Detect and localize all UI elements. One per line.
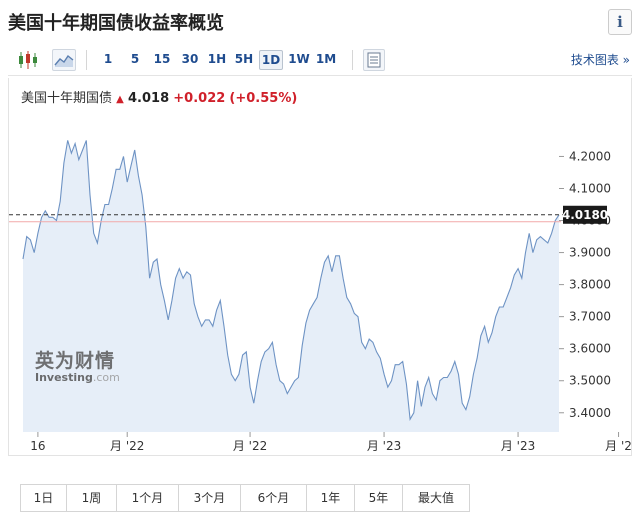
timeframe-5h[interactable]: 5H xyxy=(232,50,256,70)
legend-change: +0.022 xyxy=(173,91,226,106)
page-title: 美国十年期国债收益率概览 xyxy=(8,13,224,34)
up-arrow-icon: ▲ xyxy=(116,94,124,105)
y-tick-label: 3.4000 xyxy=(569,406,611,420)
tech-chart-link[interactable]: 技术图表 » xyxy=(571,51,630,68)
series-area xyxy=(23,140,559,432)
timeframe-30[interactable]: 30 xyxy=(178,50,202,70)
watermark-brand-cn: 英为财情 xyxy=(35,350,116,372)
candlestick-icon[interactable] xyxy=(16,49,40,71)
y-tick-label: 4.1000 xyxy=(569,181,611,195)
y-tick-label: 3.6000 xyxy=(569,342,611,356)
timeframe-5[interactable]: 5 xyxy=(126,50,144,70)
timeframe-1h[interactable]: 1H xyxy=(205,50,229,70)
timeframe-1m[interactable]: 1M xyxy=(314,50,338,70)
chart-toolbar: 1 5 15 30 1H 5H 1D 1W 1M 技术图表 » xyxy=(8,46,632,76)
watermark-logo: 英为财情 Investing.com xyxy=(35,350,120,384)
x-tick-label: 月 '22 xyxy=(110,439,144,453)
chart-panel: 16 月 '22 月 '22 月 '23 月 '23 月 '2 3.4000 3.5000 3… xyxy=(8,78,632,456)
document-icon[interactable] xyxy=(363,49,385,71)
header-bar: 美国十年期国债收益率概览 i xyxy=(0,0,640,44)
toolbar-divider xyxy=(86,50,87,70)
y-tick-label: 3.7000 xyxy=(569,310,611,324)
x-tick-label: 月 '23 xyxy=(367,439,401,453)
y-tick-label: 3.8000 xyxy=(569,278,611,292)
x-tick-label: 16 xyxy=(30,439,45,453)
range-1m[interactable]: 1个月 xyxy=(117,485,179,511)
price-tag-label: 4.0180 xyxy=(562,208,608,222)
x-tick-label: 月 '2 xyxy=(605,439,632,453)
y-tick-label: 4.2000 xyxy=(569,149,611,163)
range-3m[interactable]: 3个月 xyxy=(179,485,241,511)
chart-legend: 美国十年期国债 ▲ 4.018 +0.022 (+0.55%) xyxy=(21,87,297,106)
watermark-brand-suffix: .com xyxy=(92,371,120,384)
range-1y[interactable]: 1年 xyxy=(307,485,355,511)
range-6m[interactable]: 6个月 xyxy=(241,485,307,511)
toolbar-divider xyxy=(352,50,353,70)
legend-price: 4.018 xyxy=(128,91,170,106)
watermark-brand-en: Investing xyxy=(35,371,93,384)
x-tick-label: 月 '22 xyxy=(233,439,267,453)
range-1d[interactable]: 1日 xyxy=(21,485,67,511)
timeframe-1[interactable]: 1 xyxy=(99,50,117,70)
range-5y[interactable]: 5年 xyxy=(355,485,403,511)
legend-change-pct: (+0.55%) xyxy=(229,91,298,106)
yield-chart[interactable]: 16 月 '22 月 '22 月 '23 月 '23 月 '2 3.4000 3.5000 3… xyxy=(9,78,633,456)
y-tick-label: 3.5000 xyxy=(569,374,611,388)
timeframe-1w[interactable]: 1W xyxy=(287,50,311,70)
area-chart-icon[interactable] xyxy=(52,49,76,71)
legend-instrument: 美国十年期国债 xyxy=(21,91,113,106)
range-1w[interactable]: 1周 xyxy=(67,485,117,511)
info-button[interactable]: i xyxy=(608,9,632,35)
timeframe-15[interactable]: 15 xyxy=(150,50,174,70)
range-selector: 1日 1周 1个月 3个月 6个月 1年 5年 最大值 xyxy=(20,484,470,512)
range-max[interactable]: 最大值 xyxy=(403,485,469,511)
timeframe-1d[interactable]: 1D xyxy=(259,50,283,70)
y-tick-label: 3.9000 xyxy=(569,246,611,260)
x-tick-label: 月 '23 xyxy=(501,439,535,453)
